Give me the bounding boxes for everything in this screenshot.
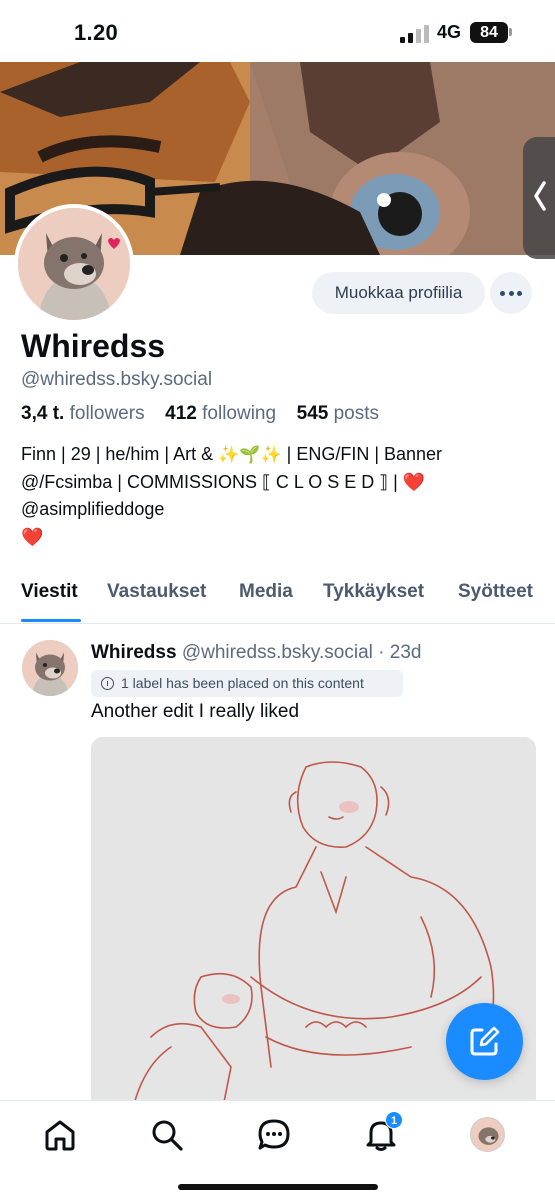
post-author-avatar[interactable] <box>22 640 78 696</box>
nav-profile-avatar[interactable] <box>470 1117 505 1152</box>
status-time: 1.20 <box>74 20 119 45</box>
tab-posts[interactable]: Viestit <box>21 581 78 603</box>
active-tab-indicator <box>21 619 81 622</box>
posts-label: posts <box>333 403 380 424</box>
following-link[interactable]: 412 following <box>165 403 281 424</box>
battery-indicator: 84 <box>470 22 508 43</box>
network-label: 4G <box>437 22 462 42</box>
more-icon-dot <box>508 291 514 296</box>
compose-button[interactable] <box>446 1003 523 1080</box>
status-bar: 1.20 4G 84 <box>0 0 555 62</box>
content-label-notice[interactable]: 1 label has been placed on this content <box>91 670 403 697</box>
post-author-name: Whiredss <box>91 642 177 663</box>
banner-credit-link[interactable]: @/Fcsimba | COMMISSIONS ⟦ C L O S E D ⟧ … <box>21 472 403 492</box>
tab-feeds[interactable]: Syötteet <box>458 581 533 603</box>
profile-avatar[interactable] <box>14 204 134 324</box>
profile-bio: Finn | 29 | he/him | Art & ✨🌱✨ | ENG/FIN… <box>21 441 536 551</box>
home-indicator <box>178 1184 378 1190</box>
profile-handle: @whiredss.bsky.social <box>21 369 213 390</box>
search-icon[interactable] <box>150 1118 184 1152</box>
chat-icon[interactable] <box>257 1118 291 1152</box>
post-author-line[interactable]: Whiredss @whiredss.bsky.social · 23d <box>91 642 421 664</box>
posts-count: 545 <box>296 403 329 424</box>
avatar-artwork <box>18 208 130 320</box>
heart-emoji: ❤️ <box>402 471 426 492</box>
bio-line-2: @/Fcsimba | COMMISSIONS ⟦ C L O S E D ⟧ … <box>21 469 536 497</box>
followers-count: 3,4 t. <box>21 403 65 424</box>
chevron-left-icon <box>534 181 546 211</box>
side-drawer-handle[interactable] <box>523 137 555 259</box>
notifications-badge: 1 <box>385 1111 403 1129</box>
avatar-artwork <box>471 1118 504 1151</box>
tab-media[interactable]: Media <box>239 581 293 603</box>
post-text: Another edit I really liked <box>91 701 300 722</box>
sparkles-sprout-emoji: ✨🌱✨ <box>218 445 282 464</box>
signal-icon <box>400 25 429 43</box>
tab-likes[interactable]: Tykkäykset <box>323 581 424 603</box>
bio-text: Finn | 29 | he/him | Art & <box>21 444 219 464</box>
posts-stat: 545 posts <box>297 403 379 424</box>
bottom-navigation: 1 <box>0 1100 555 1200</box>
following-count: 412 <box>165 403 197 424</box>
info-icon <box>101 677 114 690</box>
compose-icon <box>470 1026 500 1056</box>
bio-mention-link[interactable]: @asimplifieddoge <box>21 496 536 524</box>
content-label-text: 1 label has been placed on this content <box>121 675 364 691</box>
edit-profile-button[interactable]: Muokkaa profiilia <box>312 272 485 314</box>
more-options-button[interactable] <box>490 272 532 314</box>
avatar-artwork <box>22 640 78 696</box>
more-icon-dot <box>517 291 522 296</box>
followers-label: followers <box>69 403 145 424</box>
bio-text: | ENG/FIN | Banner <box>281 444 443 464</box>
battery-tip <box>509 28 512 36</box>
profile-tabs: Viestit Vastaukset Media Tykkäykset Syöt… <box>0 570 555 624</box>
more-icon <box>500 291 505 296</box>
following-label: following <box>202 403 277 424</box>
bio-line-1: Finn | 29 | he/him | Art & ✨🌱✨ | ENG/FIN… <box>21 441 536 469</box>
tab-replies[interactable]: Vastaukset <box>107 581 206 603</box>
display-name: Whiredss <box>21 328 166 364</box>
heart-emoji: ❤️ <box>21 526 44 547</box>
profile-stats: 3,4 t. followers 412 following 545 posts <box>21 403 379 425</box>
followers-link[interactable]: 3,4 t. followers <box>21 403 150 424</box>
post-author-meta: @whiredss.bsky.social · 23d <box>181 642 422 663</box>
home-icon[interactable] <box>43 1118 77 1152</box>
